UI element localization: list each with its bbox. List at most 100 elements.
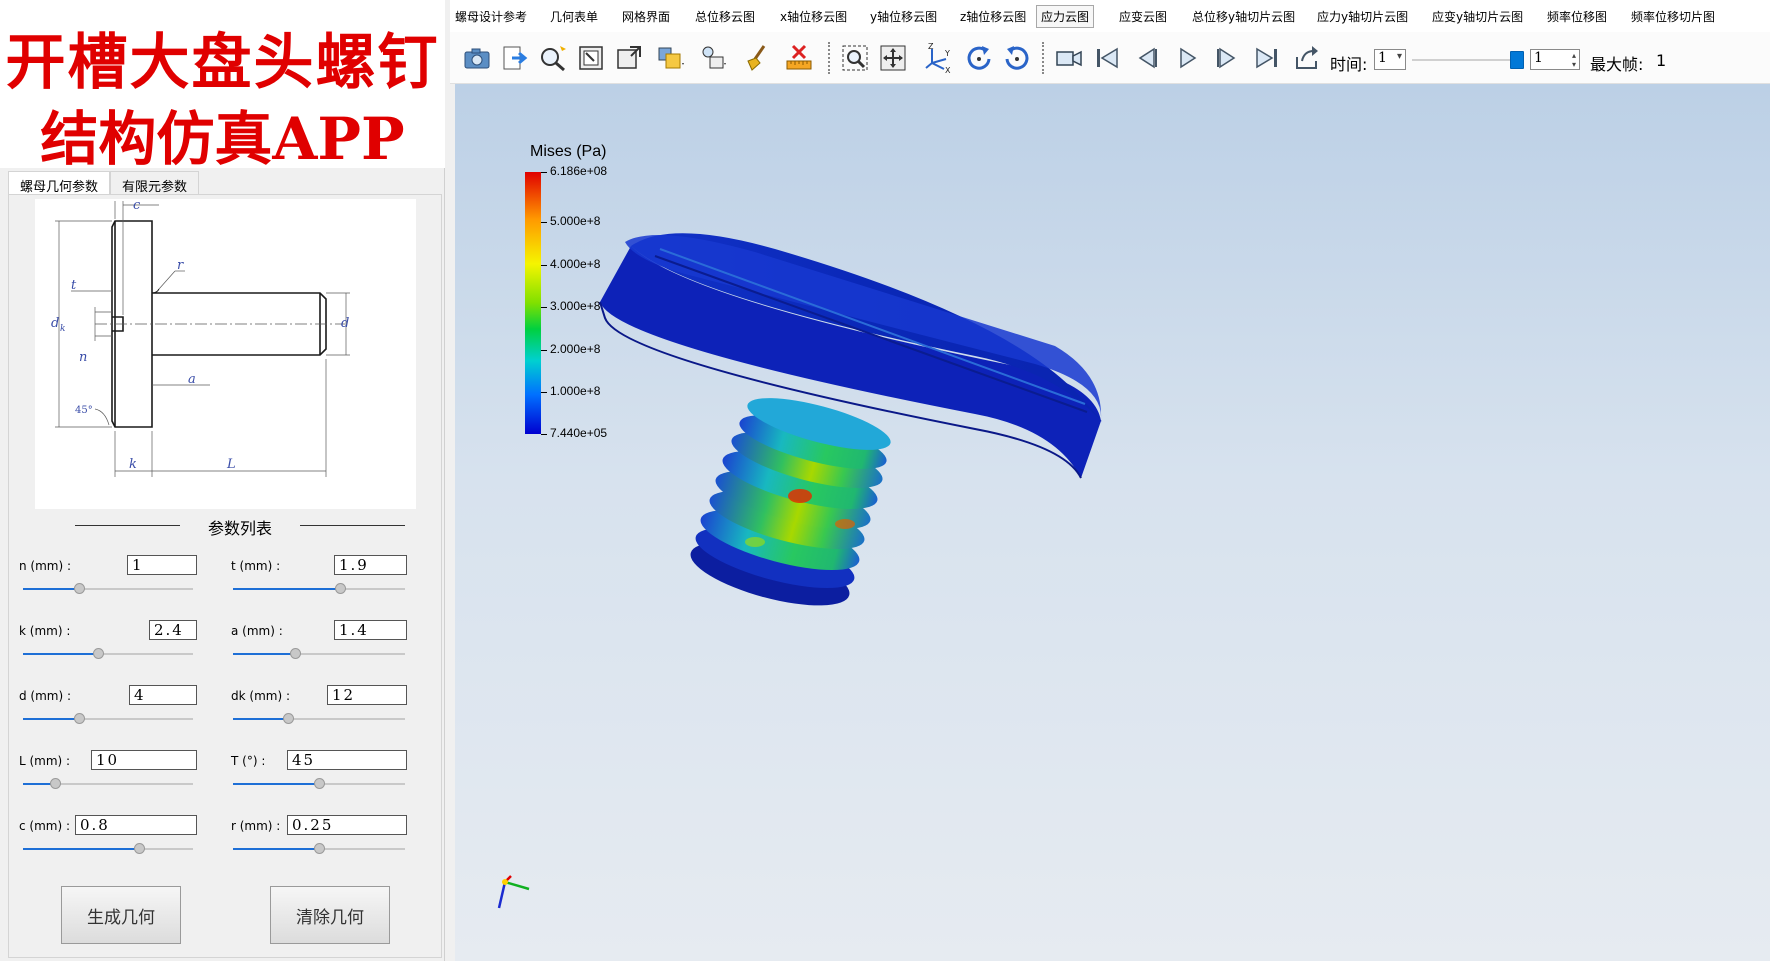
- param-t-slider[interactable]: [233, 583, 405, 595]
- menu-total-displacement[interactable]: 总位移云图: [691, 6, 759, 27]
- axis-triad-icon: [497, 875, 530, 909]
- tab-fem-params[interactable]: 有限元参数: [110, 171, 200, 195]
- frame-slider[interactable]: [1412, 51, 1524, 69]
- param-n-input[interactable]: 1: [127, 555, 197, 575]
- rotate-cw-icon[interactable]: [962, 41, 996, 75]
- slider-knob[interactable]: [133, 843, 145, 854]
- slider-knob[interactable]: [314, 843, 325, 854]
- axes-orientation-icon[interactable]: Z Y X: [920, 41, 954, 75]
- menu-geometry-form[interactable]: 几何表单: [546, 6, 602, 27]
- display-mode-icon[interactable]: [654, 41, 688, 75]
- param-c: c (mm) : 0.8: [19, 815, 197, 854]
- slider-knob[interactable]: [50, 778, 62, 789]
- param-r-input[interactable]: 0.25: [287, 815, 407, 835]
- menu-mesh[interactable]: 网格界面: [618, 6, 674, 27]
- param-L-input[interactable]: 10: [91, 750, 197, 770]
- next-frame-icon[interactable]: [1210, 41, 1244, 75]
- menu-z-displacement[interactable]: z轴位移云图: [956, 6, 1030, 27]
- label-angle: 45°: [75, 405, 93, 416]
- menu-bar: 螺母设计参考 几何表单 网格界面 总位移云图 x轴位移云图 y轴位移云图 z轴位…: [450, 0, 1770, 32]
- last-frame-icon[interactable]: [1250, 41, 1284, 75]
- param-a: a (mm) : 1.4: [231, 620, 409, 659]
- param-T-input[interactable]: 45: [287, 750, 407, 770]
- menu-frequency-displacement-slice[interactable]: 频率位移切片图: [1627, 6, 1719, 27]
- label-t: t: [71, 278, 77, 293]
- time-select[interactable]: 1 ▾: [1374, 49, 1406, 70]
- param-c-input[interactable]: 0.8: [75, 815, 197, 835]
- slider-knob[interactable]: [283, 713, 295, 724]
- slider-knob[interactable]: [74, 713, 86, 724]
- screw-drawing-svg: c r t d k d n a 45° k L: [51, 198, 350, 477]
- rotate-ccw-icon[interactable]: [1000, 41, 1034, 75]
- app-window: 开槽大盘头螺钉 结构仿真APP 螺母几何参数 有限元参数 c r t d k d…: [0, 0, 1770, 961]
- lighting-icon[interactable]: [696, 41, 730, 75]
- menu-y-displacement[interactable]: y轴位移云图: [866, 6, 941, 27]
- param-r: r (mm) : 0.25: [231, 815, 409, 854]
- label-c: c: [133, 199, 141, 213]
- param-a-slider[interactable]: [233, 648, 405, 660]
- toolbar-separator: [1042, 42, 1044, 74]
- label-a: a: [188, 372, 196, 387]
- tab-nut-geometry[interactable]: 螺母几何参数: [8, 171, 111, 195]
- clear-geometry-button[interactable]: 清除几何: [270, 886, 390, 944]
- zoom-box-icon[interactable]: [838, 41, 872, 75]
- param-k-input[interactable]: 2.4: [149, 620, 197, 640]
- measure-ruler-icon[interactable]: [782, 41, 816, 75]
- export-icon[interactable]: [498, 41, 532, 75]
- first-frame-icon[interactable]: [1090, 41, 1124, 75]
- clear-brush-icon[interactable]: [740, 41, 774, 75]
- param-L-slider[interactable]: [23, 778, 193, 790]
- param-dk-input[interactable]: 12: [327, 685, 407, 705]
- param-r-slider[interactable]: [233, 843, 405, 855]
- label-k: k: [129, 457, 137, 472]
- frame-spinbox[interactable]: 1 ▴ ▾: [1530, 49, 1580, 70]
- param-c-label: c (mm) :: [19, 819, 71, 833]
- maximize-view-icon[interactable]: [612, 41, 646, 75]
- camera-icon[interactable]: [460, 41, 494, 75]
- menu-strain-slice[interactable]: 应变y轴切片云图: [1428, 6, 1527, 27]
- slider-knob[interactable]: [289, 648, 301, 659]
- zoom-magic-icon[interactable]: [536, 41, 570, 75]
- param-n-label: n (mm) :: [19, 559, 72, 573]
- param-T-slider[interactable]: [233, 778, 405, 790]
- toolbar-separator: [828, 42, 830, 74]
- menu-strain[interactable]: 应变云图: [1115, 6, 1171, 27]
- menu-nut-reference[interactable]: 螺母设计参考: [451, 6, 531, 27]
- axes-label-x: X: [945, 66, 951, 73]
- generate-geometry-button[interactable]: 生成几何: [61, 886, 181, 944]
- slider-knob[interactable]: [334, 583, 346, 594]
- slider-knob[interactable]: [74, 583, 86, 594]
- menu-stress[interactable]: 应力云图: [1036, 5, 1095, 28]
- param-r-label: r (mm) :: [231, 819, 281, 833]
- loop-icon[interactable]: [1290, 41, 1324, 75]
- screw-stress-model[interactable]: [455, 84, 1770, 961]
- param-dk-slider[interactable]: [233, 713, 405, 725]
- slider-knob[interactable]: [92, 648, 104, 659]
- fit-view-icon[interactable]: [574, 41, 608, 75]
- param-k-slider[interactable]: [23, 648, 193, 660]
- param-d-input[interactable]: 4: [129, 685, 197, 705]
- label-n: n: [79, 350, 87, 365]
- param-t-input[interactable]: 1.9: [334, 555, 407, 575]
- param-c-slider[interactable]: [23, 843, 193, 855]
- param-t: t (mm) : 1.9: [231, 555, 409, 594]
- spin-arrows-icon[interactable]: ▴ ▾: [1572, 51, 1576, 69]
- thread-section: [690, 398, 891, 606]
- param-n-slider[interactable]: [23, 583, 193, 595]
- menu-x-displacement[interactable]: x轴位移云图: [776, 6, 851, 27]
- previous-frame-icon[interactable]: [1130, 41, 1164, 75]
- time-select-value: 1: [1378, 50, 1387, 66]
- left-panel: 开槽大盘头螺钉 结构仿真APP 螺母几何参数 有限元参数 c r t d k d…: [0, 0, 445, 961]
- menu-total-displacement-slice[interactable]: 总位移y轴切片云图: [1188, 6, 1299, 27]
- param-d-slider[interactable]: [23, 713, 193, 725]
- record-video-icon[interactable]: [1052, 41, 1086, 75]
- max-frame-label: 最大帧:: [1590, 55, 1644, 74]
- slider-knob[interactable]: [1510, 51, 1524, 69]
- param-a-input[interactable]: 1.4: [334, 620, 407, 640]
- pan-icon[interactable]: [876, 41, 910, 75]
- menu-frequency-displacement[interactable]: 频率位移图: [1543, 6, 1611, 27]
- play-icon[interactable]: [1170, 41, 1204, 75]
- slider-knob[interactable]: [314, 778, 325, 789]
- render-viewport[interactable]: Mises (Pa) 6.186e+08 5.000e+8 4.000e+8 3.00…: [455, 84, 1770, 961]
- menu-stress-slice[interactable]: 应力y轴切片云图: [1313, 6, 1412, 27]
